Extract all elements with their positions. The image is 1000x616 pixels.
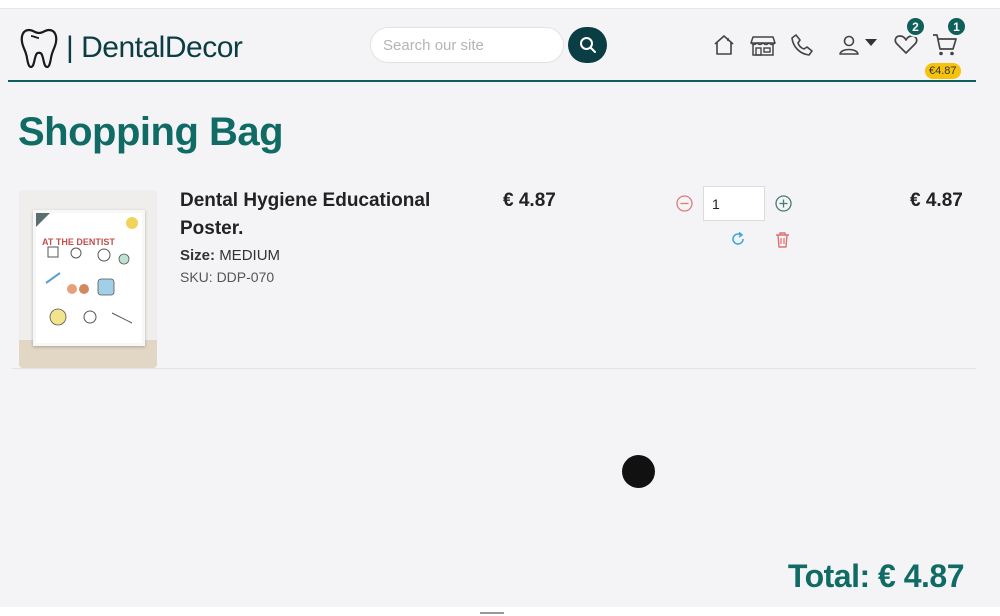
refresh-icon[interactable]	[730, 231, 746, 247]
product-size: Size: MEDIUM	[180, 247, 280, 264]
home-icon[interactable]	[712, 33, 736, 57]
minus-circle-icon[interactable]	[676, 195, 693, 212]
tooth-logo-icon	[20, 28, 58, 69]
cursor-indicator	[622, 455, 655, 488]
search-input[interactable]	[370, 27, 564, 63]
unit-price: € 4.87	[503, 190, 556, 211]
product-size-value: MEDIUM	[219, 247, 281, 264]
product-name[interactable]: Dental Hygiene Educational Poster.	[180, 187, 480, 243]
trash-icon[interactable]	[775, 231, 790, 248]
product-sku: SKU: DDP-070	[180, 269, 275, 285]
site-header: | DentalDecor 2 1 €4.87	[8, 10, 976, 82]
cart-total-badge: €4.87	[925, 63, 961, 79]
user-icon[interactable]	[838, 33, 860, 57]
product-size-label: Size:	[180, 247, 216, 264]
site-logo[interactable]: | DentalDecor	[20, 27, 243, 69]
plus-circle-icon[interactable]	[775, 195, 792, 212]
quantity-input[interactable]	[703, 186, 765, 221]
page-title: Shopping Bag	[18, 110, 284, 154]
product-image[interactable]: AT THE DENTIST	[19, 190, 157, 368]
cart-count-badge: 1	[946, 16, 967, 37]
poster-title: AT THE DENTIST	[42, 237, 115, 247]
scroll-handle[interactable]	[480, 612, 504, 614]
search-button[interactable]	[568, 27, 607, 63]
brand-name: | DentalDecor	[66, 31, 243, 64]
store-icon[interactable]	[750, 33, 776, 57]
chevron-down-icon[interactable]	[864, 38, 878, 48]
line-total-price: € 4.87	[910, 190, 963, 211]
phone-icon[interactable]	[790, 33, 814, 57]
poster-frame: AT THE DENTIST	[33, 210, 145, 346]
wishlist-count-badge: 2	[905, 16, 926, 37]
search-icon	[579, 37, 596, 53]
cart-total: Total: € 4.87	[787, 558, 965, 594]
browser-top-strip	[0, 0, 1000, 9]
item-divider	[12, 368, 976, 369]
poster-illustration	[36, 213, 138, 326]
